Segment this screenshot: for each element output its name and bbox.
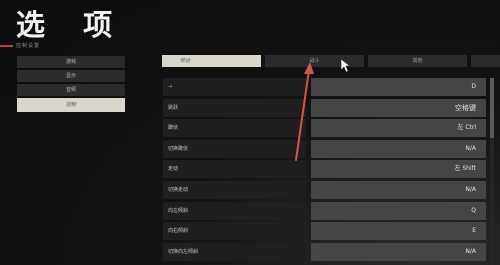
tab-movement[interactable]: 移动 [162,55,261,67]
binding-tabs: 移动 战斗 其他 [162,55,500,67]
category-menu: 游戏 显示 音频 控制 [17,56,125,114]
binding-key-button[interactable]: N/A [311,139,486,158]
page-subtitle: 控制设置 [16,43,41,49]
binding-key-button[interactable]: Q [311,201,486,220]
binding-key-button[interactable]: E [311,222,486,241]
tab-combat[interactable]: 战斗 [265,55,364,67]
binding-action-label: 蹲伏 [163,119,306,138]
binding-action-label: → [163,78,306,96]
binding-key-button[interactable]: 空格键 [311,98,486,117]
binding-action-label: 向右倾斜 [163,222,306,241]
tab-more[interactable] [471,55,500,67]
category-item-display[interactable]: 显示 [17,70,125,82]
binding-list-scrollbar[interactable] [490,78,494,265]
binding-action-label: 切换向左倾斜 [163,242,306,261]
binding-action-label: 走动 [163,160,306,179]
tab-other[interactable]: 其他 [368,55,467,67]
category-item-game[interactable]: 游戏 [17,56,125,68]
scrollbar-thumb[interactable] [490,78,494,138]
binding-key-button[interactable]: N/A [311,242,486,261]
options-screen: 选 项 控制设置 游戏 显示 音频 控制 移动 战斗 其他 → D 跳跃 空格键… [0,0,500,265]
binding-key-button[interactable]: N/A [311,180,486,199]
category-item-controls[interactable]: 控制 [17,98,125,112]
binding-action-label: 跳跃 [163,98,306,117]
binding-key-button[interactable]: D [311,78,486,96]
category-item-audio[interactable]: 音频 [17,84,125,96]
binding-key-button[interactable]: 左 Ctrl [311,119,486,138]
page-title: 选 项 [16,8,127,42]
binding-action-label: 向左倾斜 [163,201,306,220]
title-accent-bar [0,45,13,47]
binding-action-label: 切换走动 [163,180,306,199]
binding-action-label: 切换蹲伏 [163,139,306,158]
binding-key-button[interactable]: 左 Shift [311,160,486,179]
